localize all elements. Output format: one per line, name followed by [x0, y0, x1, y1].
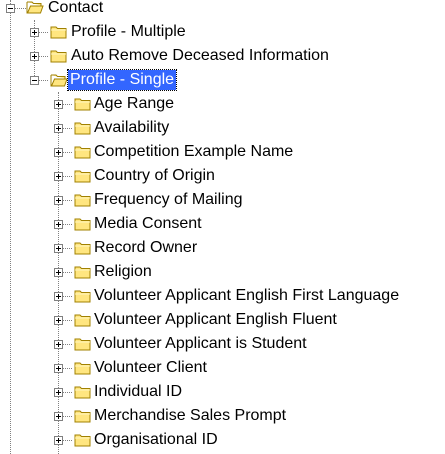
- tree-node-label[interactable]: Availability: [92, 118, 171, 138]
- tree-node-organisational-id[interactable]: Organisational ID: [0, 428, 445, 452]
- folder-icon: [74, 146, 91, 159]
- folder-icon: [74, 362, 91, 375]
- folder-icon: [74, 314, 91, 327]
- collapse-toggle-icon[interactable]: [6, 4, 15, 13]
- folder-icon: [74, 194, 91, 207]
- folder-icon: [74, 434, 91, 447]
- expand-toggle-icon[interactable]: [30, 28, 39, 37]
- tree-node-record-owner[interactable]: Record Owner: [0, 236, 445, 260]
- tree-node-auto-remove-deceased-information[interactable]: Auto Remove Deceased Information: [0, 44, 445, 68]
- expand-toggle-icon[interactable]: [30, 52, 39, 61]
- folder-icon: [74, 266, 91, 279]
- expand-toggle-icon[interactable]: [54, 340, 63, 349]
- tree-node-label[interactable]: Competition Example Name: [92, 142, 295, 162]
- tree-node-volunteer-client[interactable]: Volunteer Client: [0, 356, 445, 380]
- folder-icon: [74, 98, 91, 111]
- tree-node-label[interactable]: Volunteer Applicant is Student: [92, 334, 309, 354]
- folder-icon: [74, 218, 91, 231]
- expand-toggle-icon[interactable]: [54, 388, 63, 397]
- folder-icon: [74, 122, 91, 135]
- expand-toggle-icon[interactable]: [54, 148, 63, 157]
- tree-node-label-selected[interactable]: Profile - Single: [66, 69, 178, 91]
- tree-node-label[interactable]: Volunteer Applicant English Fluent: [92, 310, 339, 330]
- folder-icon: [50, 50, 67, 63]
- expand-toggle-icon[interactable]: [54, 220, 63, 229]
- tree-node-label[interactable]: Country of Origin: [92, 166, 217, 186]
- collapse-toggle-icon[interactable]: [30, 76, 39, 85]
- tree-node-volunteer-applicant-english-first-language[interactable]: Volunteer Applicant English First Langua…: [0, 284, 445, 308]
- expand-toggle-icon[interactable]: [54, 292, 63, 301]
- tree-node-label[interactable]: Age Range: [92, 94, 176, 114]
- tree-node-frequency-of-mailing[interactable]: Frequency of Mailing: [0, 188, 445, 212]
- folder-icon: [74, 290, 91, 303]
- tree-node-volunteer-applicant-english-fluent[interactable]: Volunteer Applicant English Fluent: [0, 308, 445, 332]
- folder-open-icon: [26, 1, 44, 14]
- tree-node-label[interactable]: Frequency of Mailing: [92, 190, 245, 210]
- expand-toggle-icon[interactable]: [54, 172, 63, 181]
- tree-node-label[interactable]: Volunteer Applicant English First Langua…: [92, 286, 401, 306]
- folder-open-icon: [50, 74, 68, 87]
- tree-node-label[interactable]: Media Consent: [92, 214, 204, 234]
- tree-node-availability[interactable]: Availability: [0, 116, 445, 140]
- tree-node-contact[interactable]: Contact: [0, 0, 445, 20]
- tree-node-volunteer-applicant-is-student[interactable]: Volunteer Applicant is Student: [0, 332, 445, 356]
- folder-icon: [74, 242, 91, 255]
- tree-node-label[interactable]: Individual ID: [92, 382, 184, 402]
- tree-node-age-range[interactable]: Age Range: [0, 92, 445, 116]
- tree-node-religion[interactable]: Religion: [0, 260, 445, 284]
- tree-node-profile-multiple[interactable]: Profile - Multiple: [0, 20, 445, 44]
- expand-toggle-icon[interactable]: [54, 268, 63, 277]
- expand-toggle-icon[interactable]: [54, 244, 63, 253]
- expand-toggle-icon[interactable]: [54, 316, 63, 325]
- tree-node-competition-example-name[interactable]: Competition Example Name: [0, 140, 445, 164]
- tree-node-merchandise-sales-prompt[interactable]: Merchandise Sales Prompt: [0, 404, 445, 428]
- tree-node-label[interactable]: Record Owner: [92, 238, 199, 258]
- tree-node-individual-id[interactable]: Individual ID: [0, 380, 445, 404]
- tree-node-label[interactable]: Profile - Multiple: [69, 22, 188, 42]
- tree-node-label[interactable]: Religion: [92, 262, 154, 282]
- folder-icon: [74, 410, 91, 423]
- folder-icon: [74, 170, 91, 183]
- tree-view[interactable]: Contact Profile - Multiple Auto Remove D…: [0, 0, 445, 454]
- expand-toggle-icon[interactable]: [54, 100, 63, 109]
- tree-node-label[interactable]: Merchandise Sales Prompt: [92, 406, 288, 426]
- expand-toggle-icon[interactable]: [54, 364, 63, 373]
- expand-toggle-icon[interactable]: [54, 436, 63, 445]
- folder-icon: [74, 338, 91, 351]
- expand-toggle-icon[interactable]: [54, 124, 63, 133]
- tree-node-country-of-origin[interactable]: Country of Origin: [0, 164, 445, 188]
- tree-node-label[interactable]: Volunteer Client: [92, 358, 209, 378]
- folder-icon: [50, 26, 67, 39]
- tree-node-media-consent[interactable]: Media Consent: [0, 212, 445, 236]
- tree-node-label[interactable]: Contact: [46, 0, 105, 18]
- expand-toggle-icon[interactable]: [54, 412, 63, 421]
- tree-node-label[interactable]: Auto Remove Deceased Information: [69, 46, 331, 66]
- tree-node-profile-single[interactable]: Profile - Single: [0, 68, 445, 92]
- tree-node-label[interactable]: Organisational ID: [92, 430, 220, 450]
- folder-icon: [74, 386, 91, 399]
- expand-toggle-icon[interactable]: [54, 196, 63, 205]
